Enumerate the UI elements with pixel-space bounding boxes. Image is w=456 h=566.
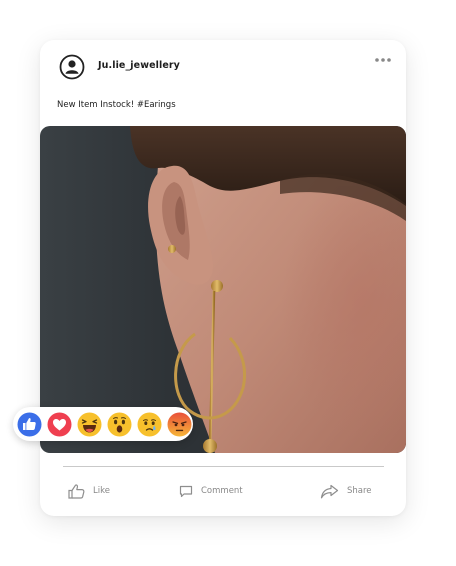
- reaction-sad-icon[interactable]: [137, 412, 162, 437]
- like-button[interactable]: Like: [68, 482, 110, 500]
- thumbs-up-icon: [68, 483, 85, 499]
- share-label: Share: [347, 486, 372, 496]
- user-avatar-icon[interactable]: [59, 54, 85, 80]
- post-card: Ju.lie_jewellery New Item Instock! #Eari…: [40, 40, 406, 516]
- post-photo: [40, 126, 406, 453]
- action-divider: [63, 466, 384, 467]
- reactions-bar: [13, 407, 193, 441]
- comment-icon: [179, 485, 193, 498]
- reaction-love-icon[interactable]: [47, 412, 72, 437]
- reaction-haha-icon[interactable]: [77, 412, 102, 437]
- comment-label: Comment: [201, 486, 243, 496]
- reaction-angry-icon[interactable]: [167, 412, 192, 437]
- more-options-icon[interactable]: [374, 50, 392, 62]
- comment-button[interactable]: Comment: [179, 482, 243, 500]
- post-username[interactable]: Ju.lie_jewellery: [98, 60, 180, 71]
- reaction-like-icon[interactable]: [17, 412, 42, 437]
- reaction-wow-icon[interactable]: [107, 412, 132, 437]
- share-arrow-icon: [320, 484, 339, 499]
- like-label: Like: [93, 486, 110, 496]
- post-caption: New Item Instock! #Earings: [57, 100, 176, 110]
- share-button[interactable]: Share: [320, 482, 372, 500]
